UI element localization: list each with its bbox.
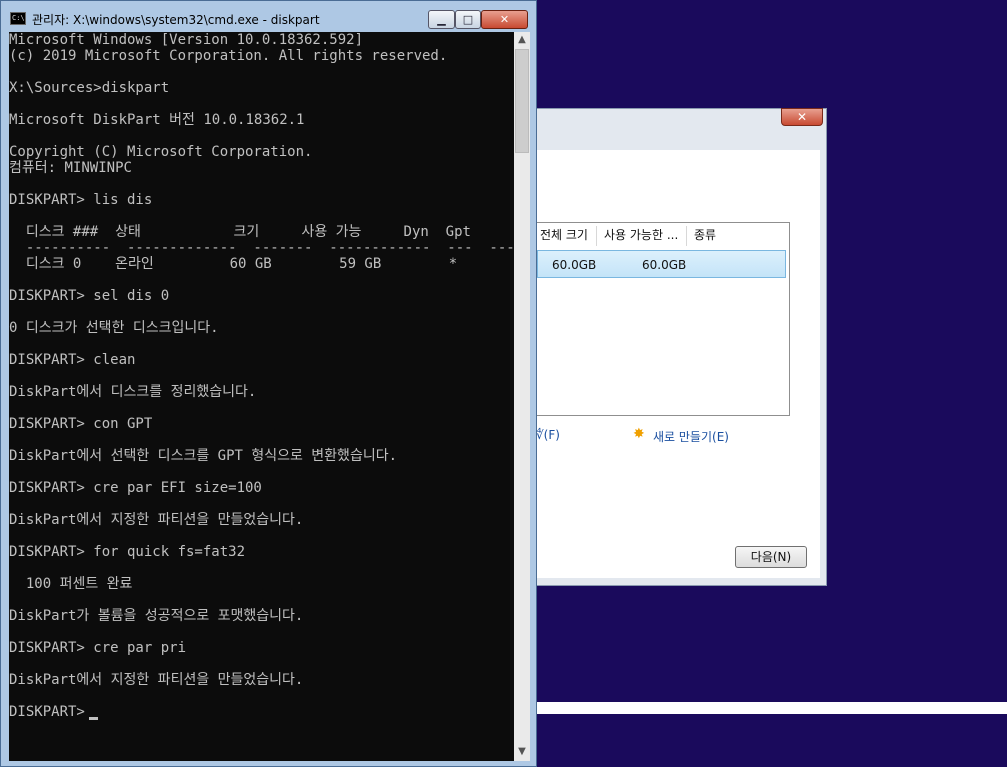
desktop-strip xyxy=(536,702,1007,714)
scroll-down-icon[interactable]: ▼ xyxy=(514,744,530,760)
table-row-line: 디스크 0 온라인 60 GB 59 GB * xyxy=(9,256,458,272)
prompt-line: DISKPART> xyxy=(9,704,94,720)
cell-free-space: 60.0GB xyxy=(642,258,687,272)
next-button[interactable]: 다음(N) xyxy=(735,546,807,568)
table-header-line: 디스크 ### 상태 크기 사용 가능 Dyn Gpt xyxy=(9,224,471,240)
console-line: DISKPART> sel dis 0 xyxy=(9,288,170,304)
setup-close-button[interactable]: ✕ xyxy=(781,108,823,126)
table-divider-line: ---------- ------------- ------- -------… xyxy=(9,240,514,256)
console-line: DISKPART> con GPT xyxy=(9,416,153,432)
console-line: DISKPART> cre par EFI size=100 xyxy=(9,480,262,496)
column-separator xyxy=(686,226,687,246)
console-line: Microsoft Windows [Version 10.0.18362.59… xyxy=(9,32,364,48)
column-type[interactable]: 종류 xyxy=(694,225,716,245)
console-line: 100 퍼센트 완료 xyxy=(9,576,133,592)
cmd-window: C:\ 관리자: X:\windows\system32\cmd.exe - d… xyxy=(0,0,537,767)
scroll-thumb[interactable] xyxy=(515,49,529,153)
title-bar[interactable]: C:\ 관리자: X:\windows\system32\cmd.exe - d… xyxy=(1,1,538,32)
format-link[interactable]: ∜(F) xyxy=(536,428,560,442)
console-line: DiskPart에서 지정한 파티션을 만들었습니다. xyxy=(9,672,304,688)
console-line: 컴퓨터: MINWINPC xyxy=(9,160,132,176)
column-separator xyxy=(596,226,597,246)
cell-total-size: 60.0GB xyxy=(552,258,597,272)
console-line: DiskPart에서 디스크를 정리했습니다. xyxy=(9,384,257,400)
console-line: DISKPART> for quick fs=fat32 xyxy=(9,544,246,560)
column-free-space[interactable]: 사용 가능한 ... xyxy=(604,225,678,245)
new-partition-link[interactable]: 새로 만들기(E) xyxy=(653,428,729,445)
cmd-app-icon[interactable]: C:\ xyxy=(10,12,26,25)
console-line: X:\Sources>diskpart xyxy=(9,80,170,96)
scroll-up-icon[interactable]: ▲ xyxy=(514,32,530,48)
console-line: DISKPART> lis dis xyxy=(9,192,153,208)
console-line: DiskPart에서 지정한 파티션을 만들었습니다. xyxy=(9,512,304,528)
console-line: Copyright (C) Microsoft Corporation. xyxy=(9,144,313,160)
sparkle-icon: ✸ xyxy=(633,426,645,442)
console-line: (c) 2019 Microsoft Corporation. All righ… xyxy=(9,48,448,64)
close-button[interactable]: ✕ xyxy=(481,10,528,29)
window-title: 관리자: X:\windows\system32\cmd.exe - diskp… xyxy=(32,13,320,27)
console-output[interactable]: Microsoft Windows [Version 10.0.18362.59… xyxy=(9,32,514,761)
text-cursor xyxy=(89,717,98,720)
console-line: DiskPart가 볼륨을 성공적으로 포맷했습니다. xyxy=(9,608,304,624)
console-line: 0 디스크가 선택한 디스크입니다. xyxy=(9,320,219,336)
console-line: DISKPART> clean xyxy=(9,352,136,368)
console-line: Microsoft DiskPart 버전 10.0.18362.1 xyxy=(9,112,305,128)
maximize-button[interactable]: □ xyxy=(455,10,481,29)
column-total-size[interactable]: 전체 크기 xyxy=(540,225,588,245)
console-line: DISKPART> cre par pri xyxy=(9,640,187,656)
minimize-button[interactable]: ▁ xyxy=(428,10,455,29)
console-line: DiskPart에서 선택한 디스크를 GPT 형식으로 변환했습니다. xyxy=(9,448,398,464)
